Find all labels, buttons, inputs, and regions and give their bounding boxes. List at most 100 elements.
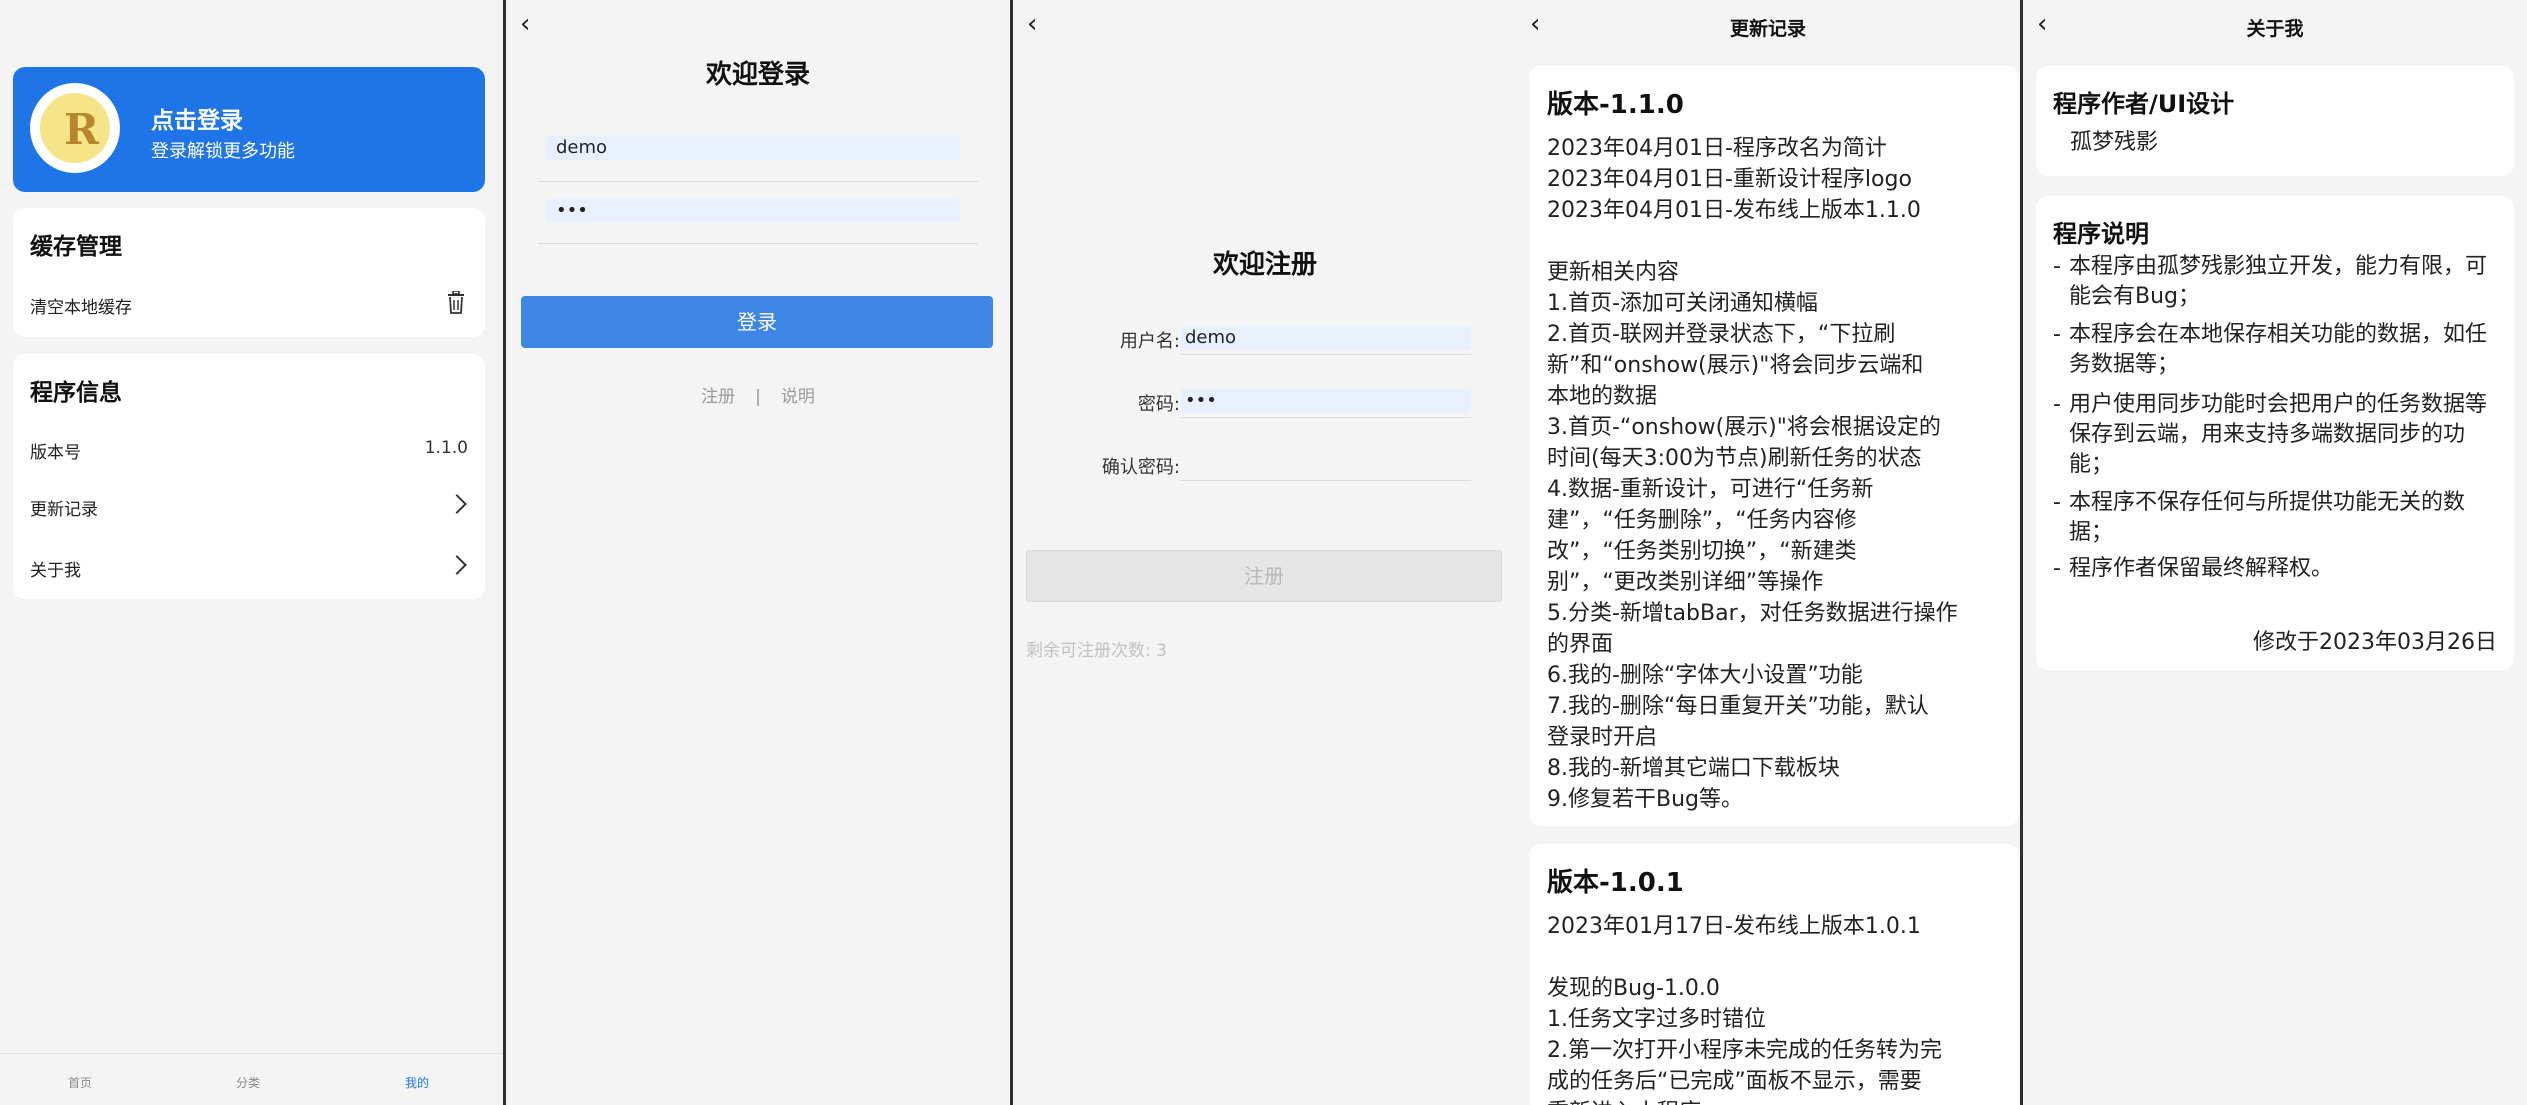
changelog-line: 2023年04月01日-程序改名为简计	[1547, 136, 1887, 161]
about-label: 关于我	[30, 561, 81, 581]
register-password-input[interactable]: •••	[1181, 389, 1471, 413]
divider	[1181, 417, 1471, 418]
tab-bar: 首页 分类 我的	[0, 1053, 503, 1105]
trash-icon[interactable]	[446, 291, 466, 315]
changelog-line: 发现的Bug-1.0.0	[1547, 976, 1720, 1001]
changelog-line: 9.修复若干Bug等。	[1547, 787, 1743, 812]
changelog-line: 2.第一次打开小程序未完成的任务转为完	[1547, 1038, 1942, 1063]
changelog-line: 6.我的-删除“字体大小设置”功能	[1547, 663, 1863, 688]
logo-image: R	[40, 93, 110, 163]
version-label: 版本号	[30, 443, 81, 463]
username-label: 用户名:	[1119, 331, 1180, 352]
link-separator: |	[755, 387, 761, 407]
changelog-line: 别”，“更改类别详细”等操作	[1547, 570, 1824, 595]
changelog-line: 成的任务后“已完成”面板不显示，需要	[1547, 1069, 1922, 1094]
help-link[interactable]: 说明	[781, 387, 815, 407]
version-heading: 版本-1.0.1	[1547, 868, 1684, 898]
divider	[538, 243, 978, 244]
register-panel: ‹ 欢迎注册 用户名: demo 密码: ••• 确认密码: 注册 剩余可注册次…	[1013, 0, 1517, 1105]
confirm-password-label: 确认密码:	[1101, 457, 1180, 478]
description-item: 用户使用同步功能时会把用户的任务数据等保存到云端，用来支持多端数据同步的功能；	[2053, 390, 2497, 480]
changelog-line: 建”，“任务删除”，“任务内容修	[1547, 508, 1857, 533]
author-heading: 程序作者/UI设计	[2053, 90, 2235, 118]
changelog-line: 8.我的-新增其它端口下载板块	[1547, 756, 1840, 781]
changelog-line	[1547, 942, 2001, 973]
changelog-line: 7.我的-删除“每日重复开关”功能，默认	[1547, 694, 1929, 719]
login-subtitle: 登录解锁更多功能	[151, 141, 295, 162]
changelog-line: 登录时开启	[1547, 725, 1658, 750]
changelog-line: 5.分类-新增tabBar，对任务数据进行操作	[1547, 601, 1958, 626]
username-input[interactable]: demo	[546, 136, 960, 160]
screenshot-stage: R 点击登录 登录解锁更多功能 缓存管理 清空本地缓存 程序信息 版本号 1.1…	[0, 0, 2527, 1105]
version-row: 版本号 1.1.0	[30, 438, 468, 468]
changelog-line: 2.首页-联网并登录状态下，“下拉刷	[1547, 322, 1896, 347]
description-item: 本程序会在本地保存相关功能的数据，如任务数据等；	[2053, 320, 2497, 380]
about-row[interactable]: 关于我	[30, 555, 468, 586]
description-heading: 程序说明	[2053, 220, 2149, 248]
cache-card: 缓存管理 清空本地缓存	[13, 208, 485, 337]
changelog-line	[1547, 226, 2001, 257]
changelog-row[interactable]: 更新记录	[30, 494, 468, 525]
changelog-line: 1.任务文字过多时错位	[1547, 1007, 1766, 1032]
confirm-password-input[interactable]	[1181, 452, 1471, 476]
avatar[interactable]: R	[30, 83, 120, 173]
description-item: 本程序由孤梦残影独立开发，能力有限，可能会有Bug；	[2053, 252, 2497, 312]
changelog-panel: ‹ 更新记录 版本-1.1.0 2023年04月01日-程序改名为简计 2023年…	[1516, 0, 2020, 1105]
login-title: 点击登录	[151, 108, 243, 134]
chevron-right-icon	[447, 555, 467, 575]
description-item: 程序作者保留最终解释权。	[2053, 554, 2497, 584]
login-page-title: 欢迎登录	[705, 60, 810, 90]
clear-cache-row[interactable]: 清空本地缓存	[30, 291, 468, 323]
version-notes: 2023年04月01日-程序改名为简计 2023年04月01日-重新设计程序log…	[1547, 133, 2001, 815]
version-card-101: 版本-1.0.1 2023年01月17日-发布线上版本1.0.1 发现的Bug-…	[1529, 844, 2019, 1105]
register-username-input[interactable]: demo	[1181, 326, 1471, 350]
changelog-line: 2023年04月01日-发布线上版本1.1.0	[1547, 198, 1921, 223]
changelog-line: 改”，“任务类别切换”，“新建类	[1547, 539, 1857, 564]
changelog-line: 新”和“onshow(展示)"将会同步云端和	[1547, 353, 1924, 378]
changelog-line: 4.数据-重新设计，可进行“任务新	[1547, 477, 1874, 502]
version-notes: 2023年01月17日-发布线上版本1.0.1 发现的Bug-1.0.0 1.任务…	[1547, 911, 2001, 1105]
remaining-registrations: 剩余可注册次数: 3	[1026, 641, 1167, 661]
version-value: 1.1.0	[424, 438, 468, 458]
description-card: 程序说明 本程序由孤梦残影独立开发，能力有限，可能会有Bug； 本程序会在本地保…	[2036, 196, 2514, 670]
back-icon[interactable]: ‹	[1027, 11, 1049, 37]
password-label: 密码:	[1137, 394, 1180, 415]
login-panel: ‹ 欢迎登录 demo ••• 登录 注册 | 说明	[506, 0, 1010, 1105]
changelog-line: 3.首页-“onshow(展示)"将会根据设定的	[1547, 415, 1941, 440]
divider	[1181, 354, 1471, 355]
cache-title: 缓存管理	[30, 234, 122, 260]
changelog-line: 重新进入小程序	[1547, 1097, 2001, 1105]
modified-date: 修改于2023年03月26日	[2253, 630, 2497, 655]
changelog-title: 更新记录	[1729, 18, 1806, 40]
changelog-line: 2023年01月17日-发布线上版本1.0.1	[1547, 914, 1921, 939]
changelog-line: 时间(每天3:00为节点)刷新任务的状态	[1547, 446, 1922, 471]
about-title: 关于我	[2246, 18, 2304, 40]
program-info-title: 程序信息	[30, 380, 122, 406]
changelog-line: 的界面	[1547, 632, 1614, 657]
version-heading: 版本-1.1.0	[1547, 90, 1684, 120]
changelog-line: 2023年04月01日-重新设计程序logo	[1547, 167, 1912, 192]
author-name: 孤梦残影	[2070, 130, 2159, 155]
tab-home[interactable]: 首页	[40, 1074, 120, 1091]
divider	[1181, 480, 1471, 481]
changelog-line: 更新相关内容	[1547, 260, 1680, 285]
login-links: 注册 | 说明	[506, 382, 1010, 407]
profile-panel: R 点击登录 登录解锁更多功能 缓存管理 清空本地缓存 程序信息 版本号 1.1…	[0, 0, 503, 1105]
author-card: 程序作者/UI设计 孤梦残影	[2036, 66, 2514, 176]
version-card-110: 版本-1.1.0 2023年04月01日-程序改名为简计 2023年04月01日-…	[1529, 66, 2019, 826]
login-card[interactable]: R 点击登录 登录解锁更多功能	[13, 67, 485, 192]
back-icon[interactable]: ‹	[520, 11, 542, 37]
clear-cache-label: 清空本地缓存	[30, 298, 132, 318]
register-button[interactable]: 注册	[1026, 550, 1502, 602]
tab-mine[interactable]: 我的	[377, 1074, 457, 1091]
register-page-title: 欢迎注册	[1212, 250, 1317, 280]
divider	[538, 181, 978, 182]
tab-category[interactable]: 分类	[208, 1074, 288, 1091]
login-button[interactable]: 登录	[521, 296, 993, 348]
password-input[interactable]: •••	[546, 199, 960, 223]
description-item: 本程序不保存任何与所提供功能无关的数据；	[2053, 488, 2497, 548]
register-link[interactable]: 注册	[701, 387, 735, 407]
program-info-card: 程序信息 版本号 1.1.0 更新记录 关于我	[13, 354, 485, 599]
logo-letter: R	[64, 105, 99, 154]
changelog-line: 本地的数据	[1547, 384, 1658, 409]
